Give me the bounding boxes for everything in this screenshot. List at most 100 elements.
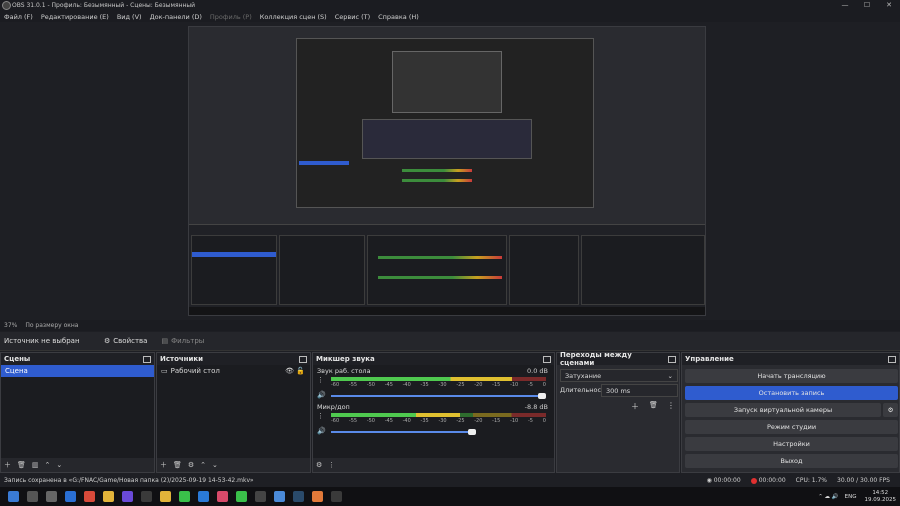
sources-list: ▭ Рабочий стол 👁 🔓 [157,365,310,458]
preview-docks-reflection [189,224,705,307]
speaker-icon[interactable]: 🔊 [317,427,326,435]
volume-slider[interactable] [331,393,546,399]
stop-recording-button[interactable]: Остановить запись [685,386,898,400]
window-title: OBS 31.0.1 - Профиль: Безымянный - Сцены… [12,2,196,9]
meter-ticks: -60 -55 -50 -45 -40 -35 -30 -25 -20 -15 -10 -5 0 [331,382,546,388]
kebab-menu-icon[interactable]: ⋮ [317,376,324,384]
gear-icon[interactable]: ⚙ [188,461,194,469]
lock-icon[interactable]: 🔓 [296,367,305,375]
chrome-icon[interactable] [179,491,190,502]
trash-icon[interactable]: 🗑 [17,461,26,469]
meter-ticks: -60 -55 -50 -45 -40 -35 -30 -25 -20 -15 -10 -5 0 [331,418,546,424]
app-icon[interactable] [217,491,228,502]
menu-view[interactable]: Вид (V) [117,13,142,21]
app-icon[interactable] [84,491,95,502]
add-icon[interactable]: ＋ [631,401,639,412]
language-indicator[interactable]: ENG [845,494,857,500]
list-item[interactable]: Сцена [1,365,154,377]
undock-icon[interactable] [143,355,151,363]
menu-edit[interactable]: Редактирование (E) [41,13,109,21]
advanced-audio-icon[interactable]: ⚙ [316,461,322,469]
exit-button[interactable]: Выход [685,454,898,468]
outlook-icon[interactable] [65,491,76,502]
app-icon[interactable] [312,491,323,502]
menu-docks[interactable]: Док-панели (D) [150,13,202,21]
volume-meter [331,413,546,417]
undock-icon[interactable] [299,355,307,363]
start-virtual-camera-button[interactable]: Запуск виртуальной камеры [685,403,881,417]
dock-area: Сцены Сцена ＋ 🗑 ▥ ⌃ ⌄ Источники ▭ Рабочи… [0,351,900,473]
close-button[interactable]: ✕ [878,0,900,11]
app-icon[interactable] [141,491,152,502]
mixer-track: Звук раб. стола 0.0 dB ⋮ -60 -55 -50 -45 -40… [317,367,550,405]
mixer-tracks: Звук раб. стола 0.0 dB ⋮ -60 -55 -50 -45 -40… [313,365,554,458]
minimize-button[interactable]: — [834,0,856,11]
kebab-menu-icon[interactable]: ⋮ [328,461,335,469]
properties-button[interactable]: ⚙ Свойства [104,337,147,345]
track-name: Микр/доп [317,403,350,411]
menu-file[interactable]: Файл (F) [4,13,33,21]
filter-icon[interactable]: ▥ [32,461,39,469]
volume-slider[interactable] [331,429,476,435]
menu-profile[interactable]: Профиль (P) [210,13,252,21]
sources-title: Источники [160,355,204,363]
vscode-icon[interactable] [198,491,209,502]
menu-scene-collection[interactable]: Коллекция сцен (S) [260,13,327,21]
steam-icon[interactable] [293,491,304,502]
settings-button[interactable]: Настройки [685,437,898,451]
search-icon[interactable] [27,491,38,502]
duration-input[interactable]: 300 ms [601,384,678,397]
controls-dock: Управление Начать трансляцию Остановить … [681,352,900,473]
tray-icons[interactable]: ⌃ ☁ 🔊 [818,494,838,500]
obs-logo-icon [2,1,11,10]
undock-icon[interactable] [668,355,676,363]
preview-canvas[interactable] [188,26,706,316]
app-icon[interactable] [274,491,285,502]
arrow-up-icon[interactable]: ⌃ [45,461,51,469]
studio-mode-button[interactable]: Режим студии [685,420,898,434]
recursive-preview [296,38,594,208]
filters-button[interactable]: ▤ Фильтры [161,337,204,345]
trash-icon[interactable]: 🗑 [173,461,182,469]
folder-icon[interactable] [103,491,114,502]
kebab-menu-icon[interactable]: ⋮ [667,401,675,410]
arrow-down-icon[interactable]: ⌄ [212,461,218,469]
kebab-menu-icon[interactable]: ⋮ [317,412,324,420]
scenes-dock: Сцены Сцена ＋ 🗑 ▥ ⌃ ⌄ [0,352,155,473]
cpu-usage: CPU: 1.7% [795,477,828,484]
stream-time: ◉ 00:00:00 [706,477,741,484]
zoom-mode-select[interactable]: По размеру окна [25,322,78,329]
arrow-down-icon[interactable]: ⌄ [56,461,62,469]
chrome-icon[interactable] [236,491,247,502]
arrow-up-icon[interactable]: ⌃ [200,461,206,469]
start-streaming-button[interactable]: Начать трансляцию [685,369,898,383]
undock-icon[interactable] [888,355,896,363]
monitor-icon: ▭ [161,367,168,375]
add-icon[interactable]: ＋ [4,460,11,470]
speaker-icon[interactable]: 🔊 [317,391,326,399]
trash-icon[interactable]: 🗑 [649,401,658,409]
windows-taskbar: ⌃ ☁ 🔊 ENG 14:52 19.09.2025 [0,487,900,506]
record-icon [750,477,757,484]
app-icon[interactable] [160,491,171,502]
app-icon[interactable] [122,491,133,502]
transition-select[interactable]: Затухание ⌄ [560,369,678,382]
menu-tools[interactable]: Сервис (T) [335,13,370,21]
zoom-percent: 37% [4,322,18,329]
controls-title: Управление [685,355,734,363]
mixer-track: Микр/доп -8.8 dB ⋮ -60 -55 -50 -45 -40 -35 -30… [317,403,550,441]
task-view-icon[interactable] [46,491,57,502]
eye-icon[interactable]: 👁 [285,367,294,375]
track-name: Звук раб. стола [317,367,371,375]
undock-icon[interactable] [543,355,551,363]
menu-help[interactable]: Справка (H) [378,13,419,21]
start-icon[interactable] [8,491,19,502]
maximize-button[interactable]: ☐ [856,0,878,11]
add-icon[interactable]: ＋ [160,460,167,470]
obs-icon[interactable] [331,491,342,502]
broadcast-icon: ◉ [706,477,714,484]
list-item[interactable]: ▭ Рабочий стол 👁 🔓 [157,365,310,377]
clock[interactable]: 14:52 19.09.2025 [865,490,897,504]
virtual-camera-settings-button[interactable]: ⚙ [883,403,898,417]
app-icon[interactable] [255,491,266,502]
